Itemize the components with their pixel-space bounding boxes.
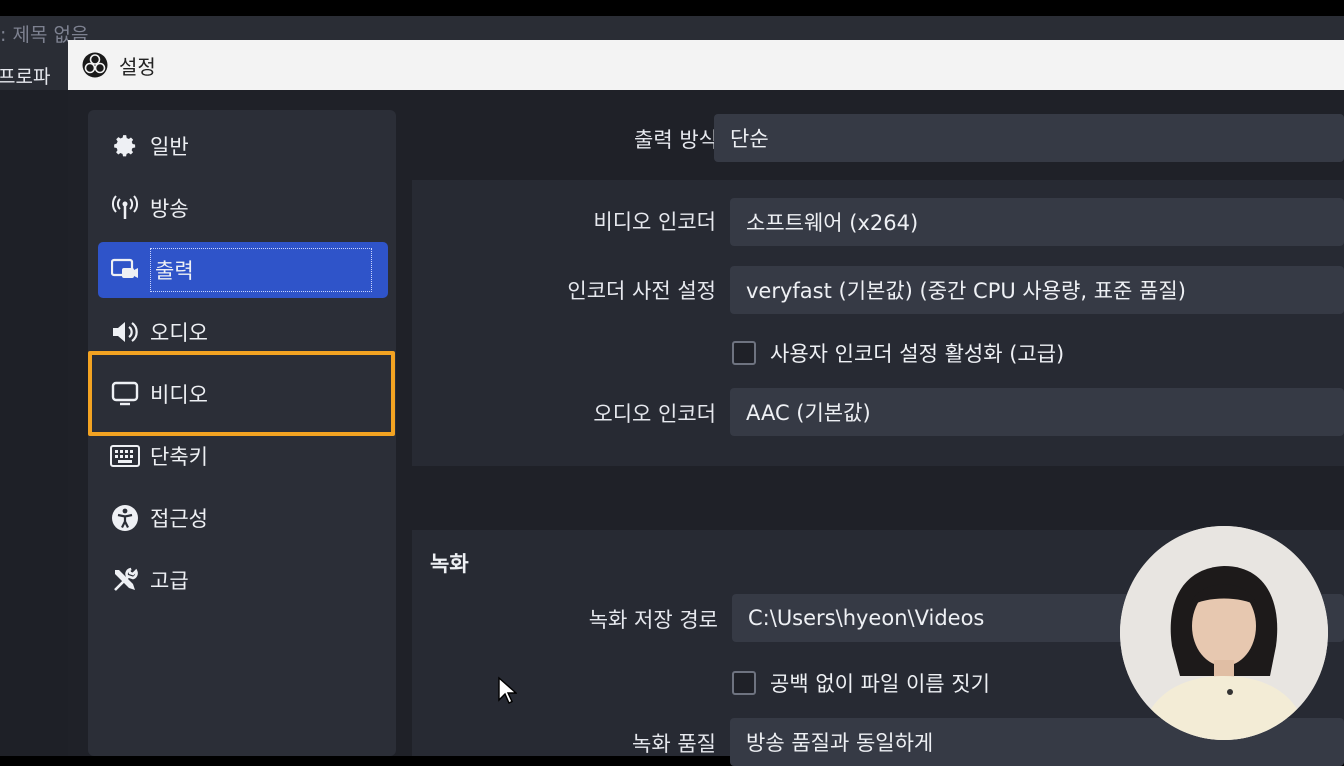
sidebar-item-accessibility[interactable]: 접근성 xyxy=(98,490,388,546)
video-encoder-select[interactable]: 소프트웨어 (x264) xyxy=(730,198,1344,246)
no-space-filename-label: 공백 없이 파일 이름 짓기 xyxy=(770,672,990,696)
output-icon xyxy=(110,255,140,285)
tools-icon xyxy=(110,565,140,595)
custom-encoder-checkbox[interactable] xyxy=(732,341,756,365)
sidebar-item-advanced[interactable]: 고급 xyxy=(98,552,388,608)
dialog-title: 설정 xyxy=(119,54,156,79)
sidebar-item-audio[interactable]: 오디오 xyxy=(98,304,388,360)
background-left-panel xyxy=(0,90,68,756)
monitor-icon xyxy=(110,379,140,409)
recording-heading: 녹화 xyxy=(430,552,469,576)
sidebar-item-video[interactable]: 비디오 xyxy=(98,366,388,422)
output-mode-select[interactable]: 단순 xyxy=(714,114,1344,162)
sidebar-item-output[interactable]: 출력 xyxy=(98,242,388,298)
accessibility-icon xyxy=(110,503,140,533)
custom-encoder-option[interactable]: 사용자 인코더 설정 활성화 (고급) xyxy=(732,338,1064,368)
recording-quality-label: 녹화 품질 xyxy=(632,732,716,756)
presenter-image xyxy=(1120,526,1328,740)
obs-logo-icon xyxy=(82,52,108,78)
antenna-icon xyxy=(110,193,140,223)
sidebar-item-label: 방송 xyxy=(150,197,189,221)
speaker-icon xyxy=(110,317,140,347)
custom-encoder-label: 사용자 인코더 설정 활성화 (고급) xyxy=(770,342,1065,366)
recording-path-label: 녹화 저장 경로 xyxy=(588,608,718,632)
no-space-filename-checkbox[interactable] xyxy=(732,671,756,695)
settings-sidebar: 일반 방송 출력 오디오 비디오 단축키 접근성 고급 xyxy=(88,110,396,756)
webcam-overlay xyxy=(1120,526,1328,740)
gear-icon xyxy=(110,131,140,161)
sidebar-item-label: 단축키 xyxy=(150,445,208,469)
sidebar-item-label: 고급 xyxy=(150,569,189,593)
encoder-preset-select[interactable]: veryfast (기본값) (중간 CPU 사용량, 표준 품질) xyxy=(730,266,1344,314)
audio-encoder-select[interactable]: AAC (기본값) xyxy=(730,388,1344,436)
sidebar-item-stream[interactable]: 방송 xyxy=(98,180,388,236)
video-encoder-label: 비디오 인코더 xyxy=(593,210,716,234)
streaming-panel: 비디오 인코더 소프트웨어 (x264) 인코더 사전 설정 veryfast … xyxy=(412,180,1344,466)
sidebar-item-label: 일반 xyxy=(150,135,189,159)
dialog-titlebar[interactable]: 설정 xyxy=(68,40,1344,90)
sidebar-item-general[interactable]: 일반 xyxy=(98,118,388,174)
sidebar-item-hotkeys[interactable]: 단축키 xyxy=(98,428,388,484)
no-space-filename-option[interactable]: 공백 없이 파일 이름 짓기 xyxy=(732,668,990,698)
keyboard-icon xyxy=(110,441,140,471)
mouse-cursor-icon xyxy=(498,676,517,704)
sidebar-item-label: 오디오 xyxy=(150,321,208,345)
sidebar-item-label: 비디오 xyxy=(150,383,208,407)
output-mode-label: 출력 방식 xyxy=(634,128,718,152)
background-menu-profile[interactable]: 프로파 xyxy=(0,62,50,89)
sidebar-item-label: 접근성 xyxy=(150,507,208,531)
sidebar-item-label: 출력 xyxy=(150,248,372,292)
encoder-preset-label: 인코더 사전 설정 xyxy=(567,279,716,303)
audio-encoder-label: 오디오 인코더 xyxy=(593,402,716,426)
